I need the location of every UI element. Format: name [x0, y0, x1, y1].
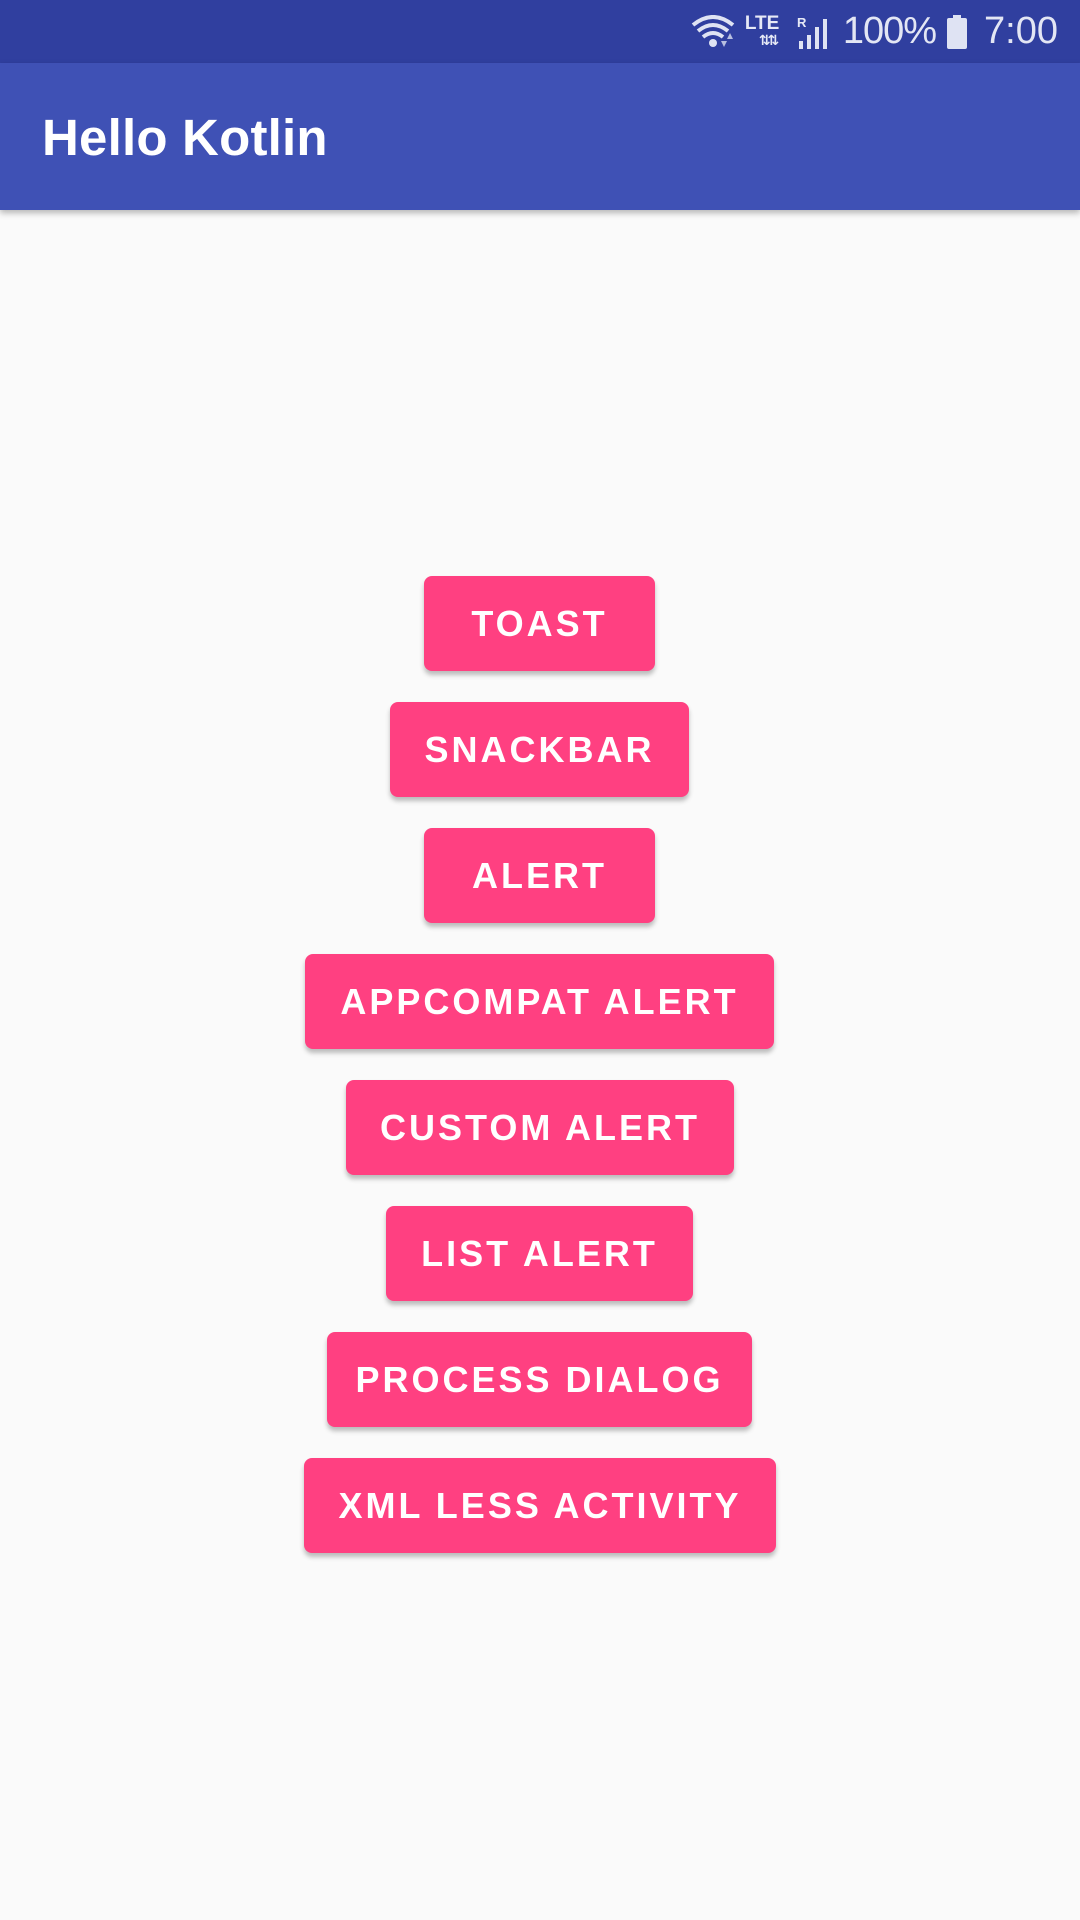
appcompat-alert-button[interactable]: APPCOMPAT ALERT: [305, 954, 774, 1049]
snackbar-button[interactable]: SNACKBAR: [390, 702, 689, 797]
toast-button[interactable]: TOAST: [424, 576, 655, 671]
signal-icon: R: [797, 15, 827, 49]
battery-icon: [947, 14, 968, 49]
app-title: Hello Kotlin: [42, 109, 328, 166]
clock: 7:00: [984, 10, 1058, 52]
wifi-icon: [691, 14, 735, 47]
process-dialog-button[interactable]: PROCESS DIALOG: [327, 1332, 752, 1427]
status-bar: LTE ⇅⇅ R 100% 7:00: [0, 0, 1080, 63]
app-bar: Hello Kotlin: [0, 63, 1080, 210]
status-icons: LTE ⇅⇅ R 100% 7:00: [691, 0, 1058, 63]
alert-button[interactable]: ALERT: [424, 828, 655, 923]
custom-alert-button[interactable]: CUSTOM ALERT: [346, 1080, 734, 1175]
xml-less-activity-button[interactable]: XML LESS ACTIVITY: [304, 1458, 776, 1553]
lte-icon: LTE ⇅⇅: [745, 12, 787, 52]
network-type: LTE: [744, 12, 780, 34]
list-alert-button[interactable]: LIST ALERT: [386, 1206, 693, 1301]
battery-percent: 100%: [842, 10, 937, 52]
roaming-indicator: R: [797, 15, 807, 30]
data-arrows: ⇅⇅: [758, 31, 780, 48]
